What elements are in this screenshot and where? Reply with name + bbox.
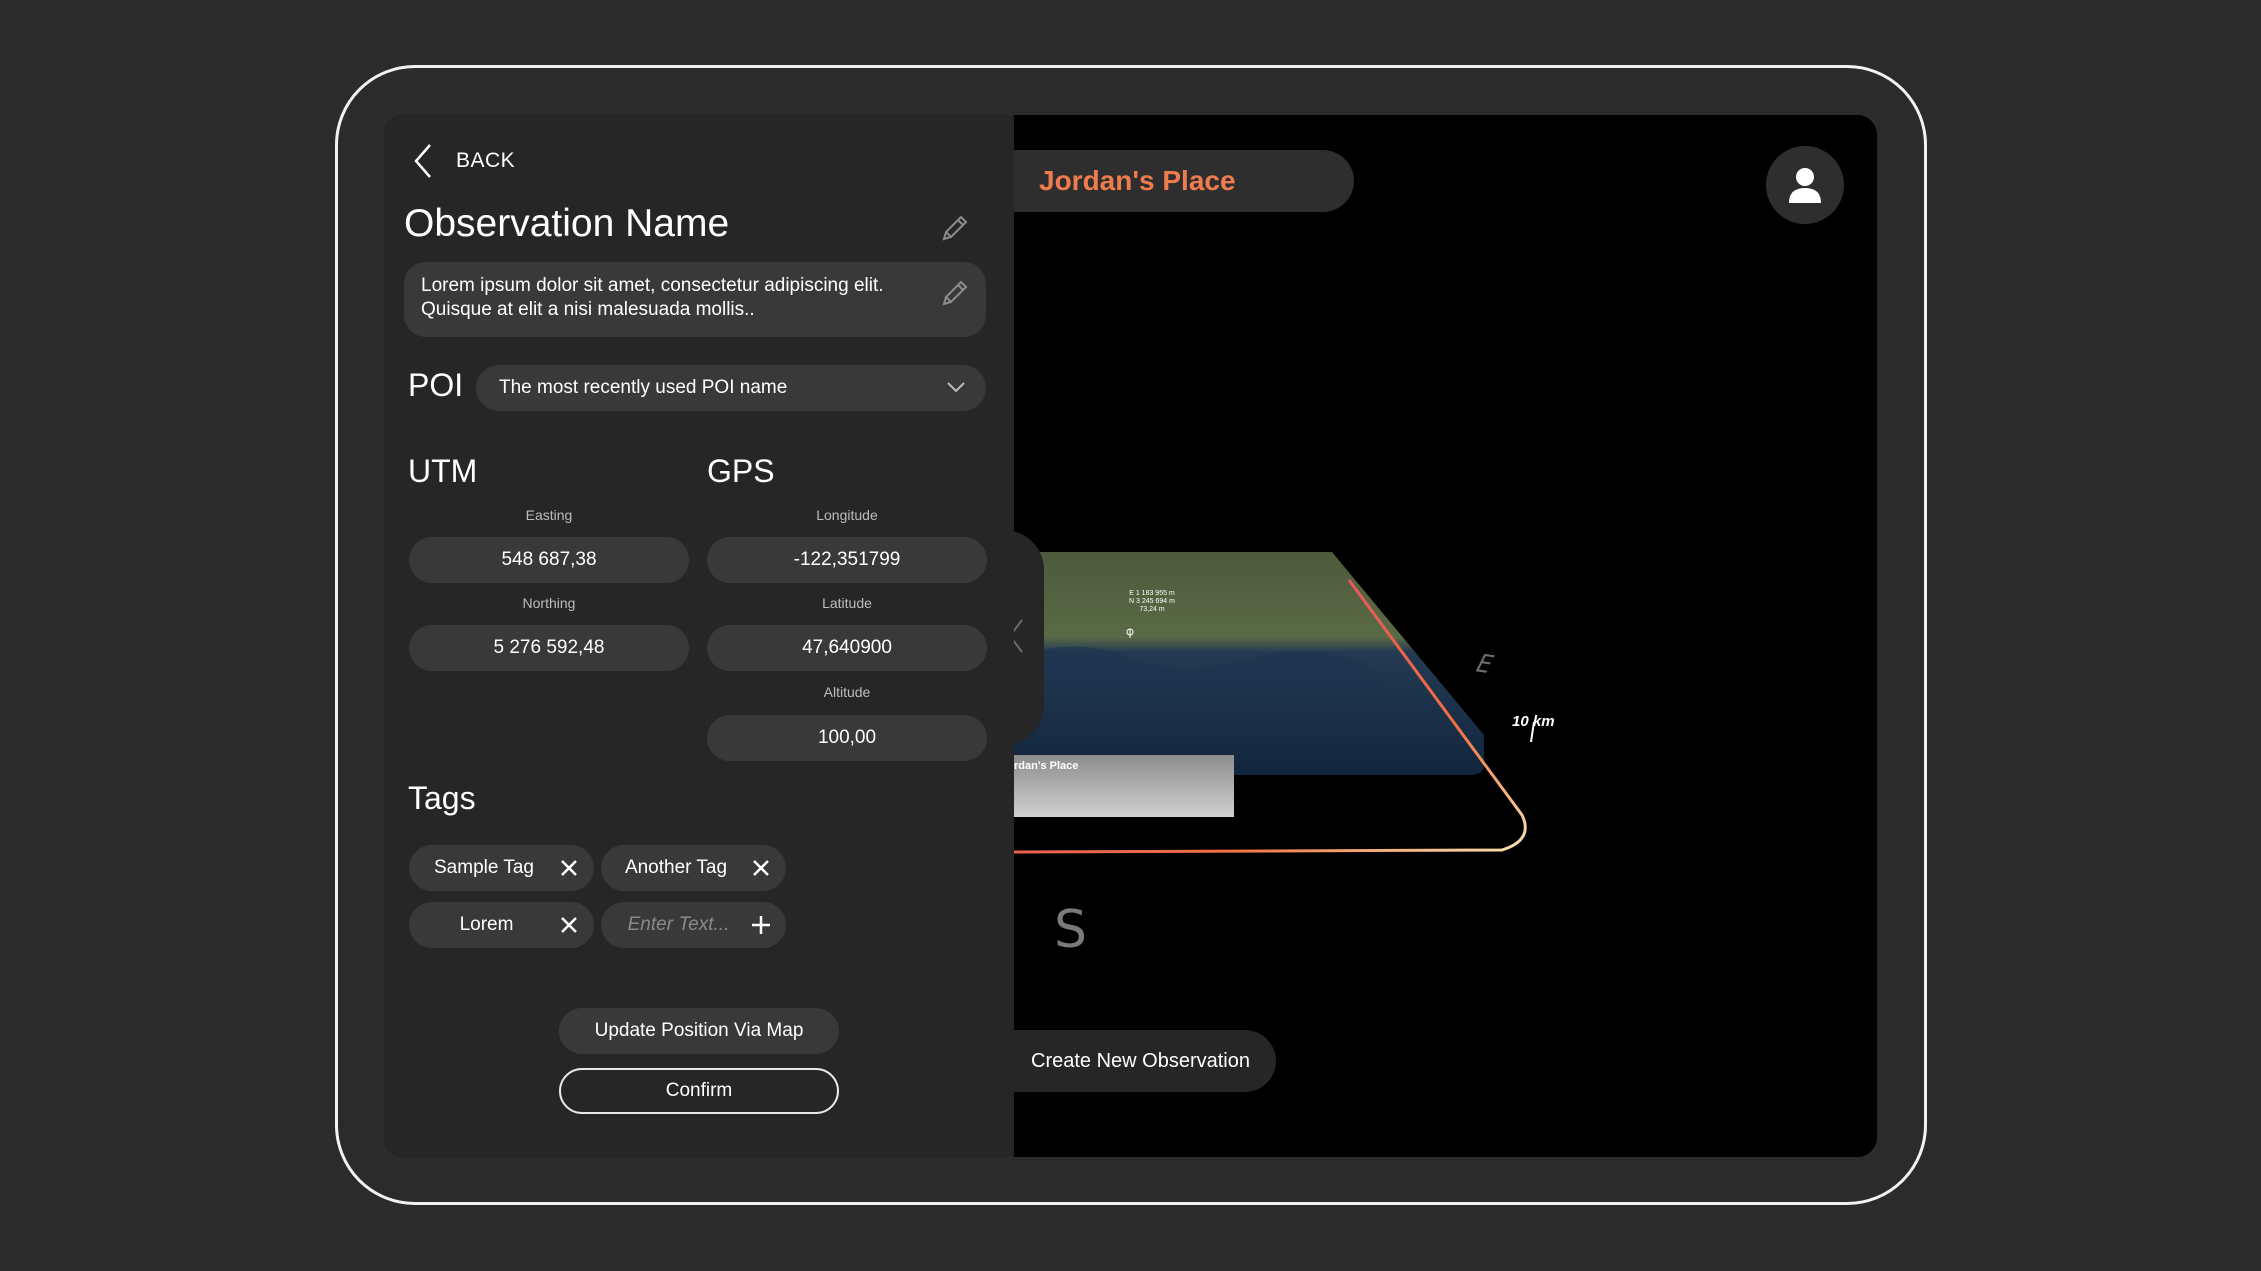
latitude-label: Latitude	[822, 595, 872, 611]
pencil-icon[interactable]	[940, 213, 970, 243]
tag-label: Lorem	[459, 914, 514, 935]
longitude-label: Longitude	[816, 507, 878, 523]
tags-heading: Tags	[408, 780, 476, 816]
plus-icon[interactable]	[751, 915, 771, 935]
place-name-pill[interactable]: Jordan's Place	[1014, 150, 1354, 212]
compass-south: S	[1054, 900, 1088, 960]
tag-chip[interactable]: Sample Tag	[409, 845, 594, 891]
tag-chip[interactable]: Another Tag	[601, 845, 786, 891]
close-icon[interactable]	[559, 915, 579, 935]
update-position-button[interactable]: Update Position Via Map	[559, 1008, 839, 1054]
altitude-label: Altitude	[823, 684, 871, 700]
create-observation-button[interactable]: Create New Observation	[1014, 1030, 1276, 1092]
back-button[interactable]: BACK	[412, 143, 515, 179]
utm-heading: UTM	[408, 453, 478, 489]
marker-altitude: 73,24 m	[1139, 606, 1165, 613]
latitude-field[interactable]: 47,640900	[707, 625, 987, 671]
chevron-left-icon	[414, 144, 431, 178]
longitude-field[interactable]: -122,351799	[707, 537, 987, 583]
place-name: Jordan's Place	[1039, 165, 1236, 196]
latitude-value: 47,640900	[802, 637, 892, 658]
easting-field[interactable]: 548 687,38	[409, 537, 689, 583]
altitude-value: 100,00	[817, 727, 877, 748]
easting-value: 548 687,38	[501, 549, 597, 570]
altitude-field[interactable]: 100,00	[707, 715, 987, 761]
gps-heading: GPS	[707, 453, 775, 489]
user-avatar-button[interactable]	[1766, 146, 1844, 224]
observation-title: Observation Name	[404, 202, 730, 245]
marker-northing: N 3 245 694 m	[1129, 598, 1175, 605]
user-icon	[1789, 168, 1821, 203]
close-icon[interactable]	[559, 858, 579, 878]
update-position-label: Update Position Via Map	[594, 1020, 804, 1041]
description-text: Lorem ipsum dolor sit amet, consectetur …	[421, 275, 884, 320]
northing-field[interactable]: 5 276 592,48	[409, 625, 689, 671]
chevron-down-icon	[947, 382, 965, 393]
marker-coords: E 1 183 955 m N 3 245 694 m 73,24 m	[1102, 590, 1202, 614]
app-screen: E 1 183 955 m N 3 245 694 m 73,24 m rdan…	[384, 115, 1877, 1157]
northing-label: Northing	[522, 595, 576, 611]
back-label: BACK	[456, 149, 516, 172]
tag-chip[interactable]: Lorem	[409, 902, 594, 948]
pencil-icon[interactable]	[940, 278, 970, 308]
tag-label: Another Tag	[624, 857, 728, 878]
confirm-button[interactable]: Confirm	[559, 1068, 839, 1114]
northing-value: 5 276 592,48	[493, 637, 605, 658]
tag-input-placeholder: Enter Text...	[627, 914, 730, 935]
description-field[interactable]: Lorem ipsum dolor sit amet, consectetur …	[404, 262, 986, 337]
marker-easting: E 1 183 955 m	[1129, 590, 1175, 597]
scale-label: 10 km	[1512, 713, 1555, 730]
tag-input[interactable]: Enter Text...	[601, 902, 786, 948]
tag-label: Sample Tag	[434, 857, 534, 878]
close-icon[interactable]	[751, 858, 771, 878]
poi-selected-value: The most recently used POI name	[499, 377, 788, 398]
poi-dropdown[interactable]: The most recently used POI name	[476, 365, 986, 411]
observation-panel: BACK Observation Name Lorem ipsum dolor …	[384, 115, 1014, 1157]
poi-label: POI	[408, 367, 464, 403]
create-observation-label: Create New Observation	[1031, 1049, 1250, 1072]
longitude-value: -122,351799	[793, 549, 901, 570]
place-label-text: rdan's Place	[1014, 760, 1079, 772]
confirm-label: Confirm	[665, 1080, 733, 1101]
easting-label: Easting	[525, 507, 573, 523]
